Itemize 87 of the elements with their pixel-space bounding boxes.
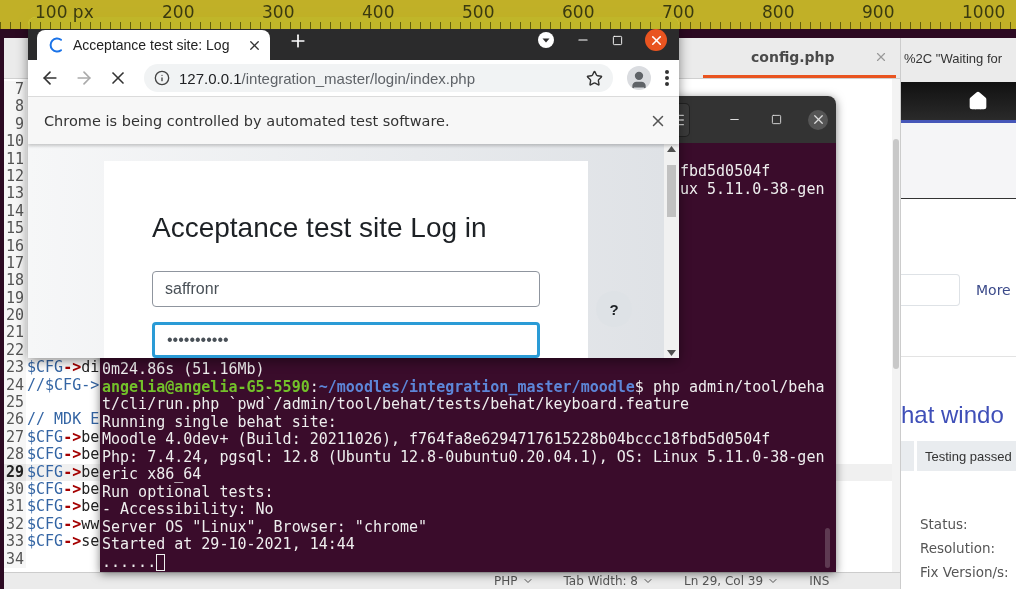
tab-title[interactable]: %2C "Waiting for xyxy=(904,50,1003,66)
ruler-label: 500 xyxy=(462,1,496,22)
status-item[interactable]: PHP xyxy=(494,573,534,589)
code-text: $CFG->be xyxy=(26,446,100,464)
terminal-line: Started at 29-10-2021, 14:44 xyxy=(102,536,355,554)
ruler-label: 400 xyxy=(362,1,396,22)
code-text: $CFG->di xyxy=(26,359,100,377)
line-number: 13 xyxy=(4,185,26,203)
line-number: 15 xyxy=(4,220,26,238)
line-number: 33 xyxy=(4,533,26,551)
terminal-line: Server OS "Linux", Browser: "chrome" xyxy=(102,518,428,536)
terminal-line: eric x86_64 xyxy=(102,466,202,484)
ruler-label: 200 xyxy=(162,1,196,22)
code-text: //$CFG-> xyxy=(26,376,100,395)
scroll-up-icon[interactable] xyxy=(667,146,676,152)
ruler-label: 700 xyxy=(662,1,696,22)
info-icon[interactable] xyxy=(154,70,170,86)
code-text: $CFG->be xyxy=(26,463,100,481)
line-number: 20 xyxy=(4,307,26,325)
terminal-line: t/cli/run.php `pwd`/admin/tool/behat/tests/behat/keyboard.feature xyxy=(102,396,689,414)
line-number: 31 xyxy=(4,498,26,516)
field-label: Status: xyxy=(920,515,969,533)
terminal-line: ux 5.11.0-38-gen xyxy=(679,180,825,198)
browser-tab[interactable]: Acceptance test site: Log xyxy=(37,30,270,60)
code-text: $CFG->se xyxy=(26,533,100,551)
field-label: Resolution: xyxy=(920,539,997,557)
line-number: 28 xyxy=(4,446,26,464)
terminal-line: ...... xyxy=(102,553,157,571)
status-item[interactable]: Tab Width: 8 xyxy=(563,573,654,589)
line-number: 8 xyxy=(4,98,26,116)
file-tab[interactable]: config.php xyxy=(703,38,896,78)
terminal-prompt: angelia@angelia-G5-5590:~/moodles/integration_master/moodle$ php admin/tool/beha xyxy=(102,378,825,396)
status-item[interactable]: Ln 29, Col 39 xyxy=(684,573,780,589)
loading-spinner-icon xyxy=(49,37,65,53)
terminal-line: Run optional tests: xyxy=(102,483,274,501)
tab[interactable]: Testing passed xyxy=(917,441,1016,471)
line-number: 7 xyxy=(4,81,26,99)
maximize-icon xyxy=(770,114,782,125)
terminal-line: 0m24.86s (51.16Mb) xyxy=(102,361,265,379)
line-number: 25 xyxy=(4,394,26,412)
address-bar[interactable]: 127.0.0.1/integration_master/login/index.php xyxy=(144,64,613,92)
search-field[interactable] xyxy=(901,274,960,306)
terminal-line: - Accessibility: No xyxy=(102,501,274,519)
tab-title: Acceptance test site: Log xyxy=(73,37,231,53)
line-number: 23 xyxy=(4,359,26,377)
terminal-line: Php: 7.4.24, pgsql: 12.8 (Ubuntu 12.8-0ubuntu0.20.04.1), OS: Linux 5.11.0-38-gen xyxy=(102,448,825,466)
maximize-button[interactable] xyxy=(612,34,623,46)
ruler-label: 800 xyxy=(762,1,796,22)
line-number: 18 xyxy=(4,272,26,290)
status-item: INS xyxy=(809,573,830,589)
tab-label: config.php xyxy=(751,48,835,65)
password-field[interactable]: ••••••••••• xyxy=(152,322,540,358)
dropdown-icon[interactable] xyxy=(538,32,554,48)
code-text: $CFG->be xyxy=(26,498,100,516)
home-icon[interactable] xyxy=(968,91,988,111)
kebab-menu-icon xyxy=(665,70,669,86)
more-link[interactable]: More xyxy=(976,282,1011,298)
login-heading: Acceptance test site Log in xyxy=(152,211,488,245)
username-field[interactable]: saffronr xyxy=(152,271,540,307)
line-number: 21 xyxy=(4,324,26,342)
code-text: $CFG->be xyxy=(26,481,100,499)
code-text: // MDK E xyxy=(26,411,100,429)
line-number: 10 xyxy=(4,133,26,151)
infobar-message: Chrome is being controlled by automated test software. xyxy=(44,112,450,129)
code-text: $CFG->be xyxy=(26,428,100,447)
ruler-label: 600 xyxy=(562,1,596,22)
scroll-thumb[interactable] xyxy=(667,165,676,217)
code-text: $CFG->ww xyxy=(26,515,100,534)
person-icon xyxy=(629,70,649,90)
line-number: 26 xyxy=(4,411,26,429)
menu-button[interactable] xyxy=(665,70,669,86)
close-button[interactable] xyxy=(808,109,828,130)
profile-button[interactable] xyxy=(627,66,651,90)
terminal-line: Running single behat site: xyxy=(102,413,337,431)
terminal-line: Moodle 4.0dev+ (Build: 20211026), f764fa8e6294717615228b04bccc18fbd5d0504f xyxy=(102,431,771,449)
field-label: Fix Version/s: xyxy=(920,563,1010,581)
star-icon[interactable] xyxy=(586,69,603,87)
close-button[interactable] xyxy=(645,29,667,51)
ruler-label: 100 px xyxy=(35,1,95,22)
ruler-label: 300 xyxy=(262,1,296,22)
scroll-down-icon[interactable] xyxy=(667,350,676,356)
maximize-icon xyxy=(612,34,623,46)
ruler-label: 1000 xyxy=(962,1,1007,22)
url-text: 127.0.0.1/integration_master/login/index.php xyxy=(179,69,477,87)
ruler-label: 900 xyxy=(862,1,896,22)
issue-title: hat windo xyxy=(901,401,1004,429)
terminal-line: fbd5d0504f xyxy=(679,163,771,181)
